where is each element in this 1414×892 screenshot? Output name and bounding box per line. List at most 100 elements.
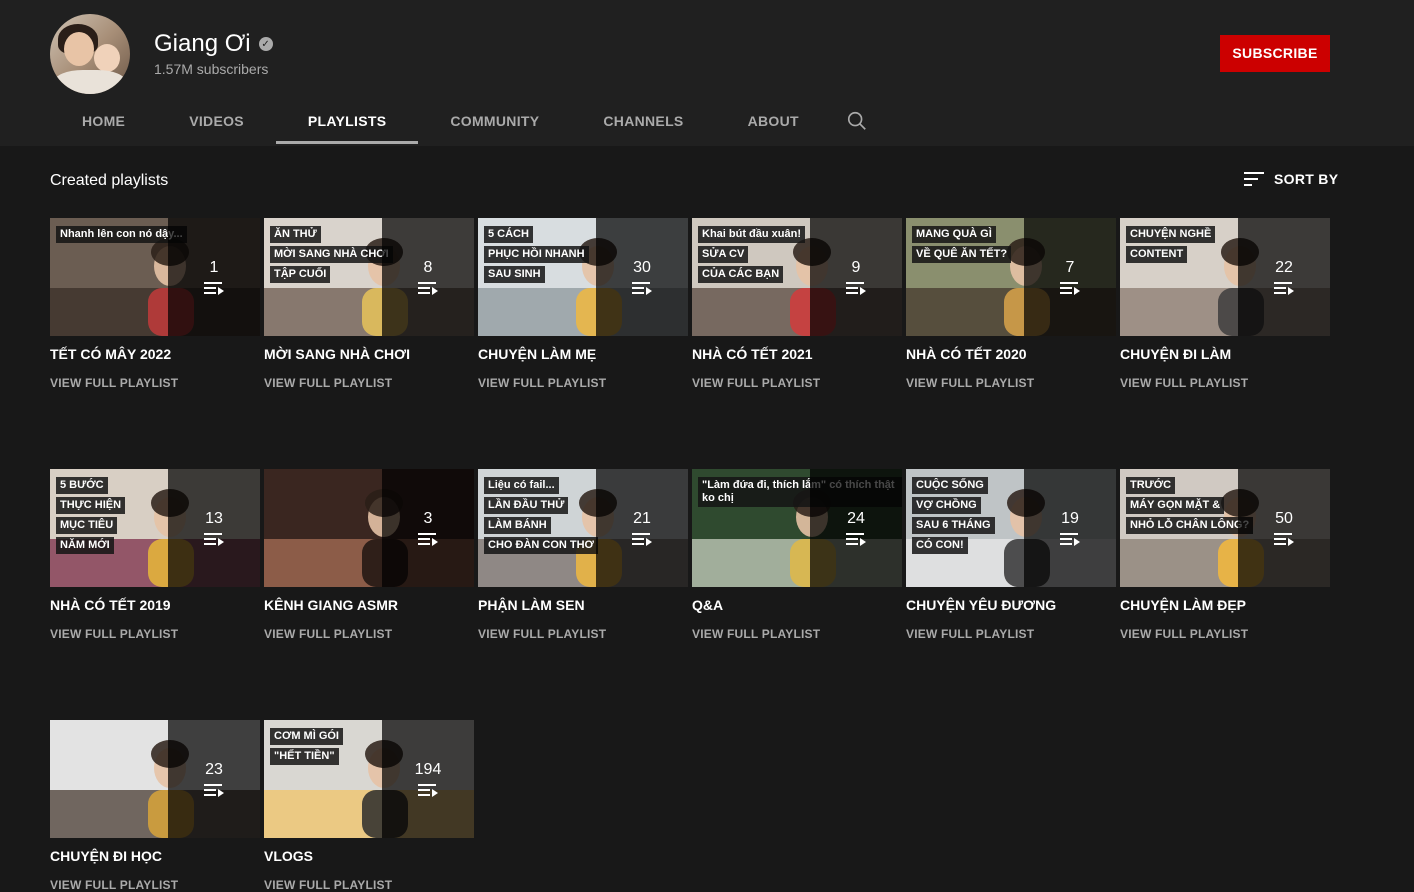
view-full-playlist-link[interactable]: VIEW FULL PLAYLIST: [1120, 376, 1330, 390]
view-full-playlist-link[interactable]: VIEW FULL PLAYLIST: [1120, 627, 1330, 641]
view-full-playlist-link[interactable]: VIEW FULL PLAYLIST: [692, 376, 902, 390]
playlist-card[interactable]: CƠM MÌ GÓI "HẾT TIỀN" 194 VLOGS VIEW FULL PL…: [264, 720, 474, 892]
tab-videos[interactable]: VIDEOS: [157, 98, 276, 144]
tab-community[interactable]: COMMUNITY: [418, 98, 571, 144]
playlist-title[interactable]: CHUYỆN LÀM ĐẸP: [1120, 597, 1330, 617]
thumbnail-caption: VỢ CHỒNG: [912, 497, 981, 514]
view-full-playlist-link[interactable]: VIEW FULL PLAYLIST: [478, 376, 688, 390]
playlist-thumbnail[interactable]: Khai bút đầu xuân! SỬA CV CỦA CÁC BẠN 9: [692, 218, 902, 336]
view-full-playlist-link[interactable]: VIEW FULL PLAYLIST: [906, 627, 1116, 641]
thumbnail-caption: TẬP CUỐI: [270, 266, 331, 283]
playlist-card[interactable]: MANG QUÀ GÌ VỀ QUÊ ĂN TẾT? 7 NHÀ CÓ TẾT 202…: [906, 218, 1116, 390]
playlist-thumbnail[interactable]: "Làm đứa đi, thích lắm" có thích thật ko…: [692, 469, 902, 587]
playlist-thumbnail[interactable]: CHUYỆN NGHỀ CONTENT 22: [1120, 218, 1330, 336]
search-icon[interactable]: [846, 110, 868, 132]
playlist-thumbnail[interactable]: ĂN THỬ MỜI SANG NHÀ CHƠI TẬP CUỐI 8: [264, 218, 474, 336]
view-full-playlist-link[interactable]: VIEW FULL PLAYLIST: [50, 878, 260, 892]
playlist-card[interactable]: 23 CHUYỆN ĐI HỌC VIEW FULL PLAYLIST: [50, 720, 260, 892]
playlist-thumbnail[interactable]: Nhanh lên con nó dậy... 1: [50, 218, 260, 336]
playlist-icon: [846, 532, 866, 546]
video-count-overlay: 7: [1024, 218, 1116, 336]
playlist-card[interactable]: CHUYỆN NGHỀ CONTENT 22 CHUYỆN ĐI LÀM VIEW FU…: [1120, 218, 1330, 390]
playlist-thumbnail[interactable]: Liệu có fail... LẦN ĐẦU THỬ LÀM BÁNH CHO ĐÀ…: [478, 469, 688, 587]
playlist-icon: [846, 281, 866, 295]
view-full-playlist-link[interactable]: VIEW FULL PLAYLIST: [264, 878, 474, 892]
playlist-title[interactable]: NHÀ CÓ TẾT 2019: [50, 597, 260, 617]
video-count: 194: [414, 761, 442, 778]
playlist-title[interactable]: CHUYỆN ĐI HỌC: [50, 848, 260, 868]
sort-icon: [1244, 171, 1264, 187]
thumbnail-caption: CHO ĐÀN CON THƠ: [484, 537, 598, 554]
thumbnail-caption: CUỘC SỐNG: [912, 477, 988, 494]
view-full-playlist-link[interactable]: VIEW FULL PLAYLIST: [692, 627, 902, 641]
playlist-title[interactable]: KÊNH GIANG ASMR: [264, 597, 474, 617]
playlist-card[interactable]: CUỘC SỐNG VỢ CHỒNG SAU 6 THÁNG CÓ CON! 19 CHU…: [906, 469, 1116, 641]
tab-playlists[interactable]: PLAYLISTS: [275, 98, 419, 144]
video-count-overlay: 3: [382, 469, 474, 587]
playlist-thumbnail[interactable]: TRƯỚC MÁY GỌN MẶT & NHỎ LỖ CHÂN LÔNG? 50: [1120, 469, 1330, 587]
tab-channels[interactable]: CHANNELS: [571, 98, 715, 144]
channel-header: Giang Ơi ✓ 1.57M subscribers SUBSCRIBE H…: [0, 0, 1414, 146]
video-count-overlay: 13: [168, 469, 260, 587]
playlist-thumbnail[interactable]: 5 CÁCH PHỤC HỒI NHANH SAU SINH 30: [478, 218, 688, 336]
video-count-overlay: 21: [596, 469, 688, 587]
playlist-thumbnail[interactable]: 3: [264, 469, 474, 587]
view-full-playlist-link[interactable]: VIEW FULL PLAYLIST: [50, 627, 260, 641]
playlist-title[interactable]: VLOGS: [264, 848, 474, 868]
thumbnail-caption: NĂM MỚI: [56, 537, 114, 554]
playlist-thumbnail[interactable]: CUỘC SỐNG VỢ CHỒNG SAU 6 THÁNG CÓ CON! 19: [906, 469, 1116, 587]
video-count: 22: [1275, 259, 1293, 276]
playlist-icon: [632, 532, 652, 546]
sort-by-button[interactable]: SORT BY: [1244, 171, 1338, 187]
playlist-card[interactable]: Nhanh lên con nó dậy... 1 TẾT CÓ MÂY 2022 V…: [50, 218, 260, 390]
playlist-card[interactable]: 3 KÊNH GIANG ASMR VIEW FULL PLAYLIST: [264, 469, 474, 641]
channel-avatar[interactable]: [50, 14, 130, 94]
tab-about[interactable]: ABOUT: [716, 98, 831, 144]
playlist-card[interactable]: TRƯỚC MÁY GỌN MẶT & NHỎ LỖ CHÂN LÔNG? 50 CHU…: [1120, 469, 1330, 641]
playlist-thumbnail[interactable]: 5 BƯỚC THỰC HIỆN MỤC TIÊU NĂM MỚI 13: [50, 469, 260, 587]
playlist-title[interactable]: TẾT CÓ MÂY 2022: [50, 346, 260, 366]
playlist-title[interactable]: NHÀ CÓ TẾT 2021: [692, 346, 902, 366]
thumbnail-caption: 5 BƯỚC: [56, 477, 108, 494]
subscribe-button[interactable]: SUBSCRIBE: [1220, 35, 1330, 72]
playlist-icon: [1060, 281, 1080, 295]
playlist-card[interactable]: 5 BƯỚC THỰC HIỆN MỤC TIÊU NĂM MỚI 13 NHÀ CÓ T…: [50, 469, 260, 641]
channel-name-row: Giang Ơi ✓: [154, 30, 273, 58]
view-full-playlist-link[interactable]: VIEW FULL PLAYLIST: [50, 376, 260, 390]
video-count: 13: [205, 510, 223, 527]
playlist-title[interactable]: NHÀ CÓ TẾT 2020: [906, 346, 1116, 366]
video-count: 23: [205, 761, 223, 778]
playlist-thumbnail[interactable]: MANG QUÀ GÌ VỀ QUÊ ĂN TẾT? 7: [906, 218, 1116, 336]
verified-check-icon: ✓: [258, 37, 273, 51]
view-full-playlist-link[interactable]: VIEW FULL PLAYLIST: [478, 627, 688, 641]
playlist-title[interactable]: CHUYỆN ĐI LÀM: [1120, 346, 1330, 366]
playlist-title[interactable]: PHẬN LÀM SEN: [478, 597, 688, 617]
thumbnail-caption: CỦA CÁC BẠN: [698, 266, 784, 283]
video-count-overlay: 19: [1024, 469, 1116, 587]
playlist-thumbnail[interactable]: 23: [50, 720, 260, 838]
playlist-title[interactable]: CHUYỆN YÊU ĐƯƠNG: [906, 597, 1116, 617]
playlist-card[interactable]: ĂN THỬ MỜI SANG NHÀ CHƠI TẬP CUỐI 8 MỜI SANG…: [264, 218, 474, 390]
playlist-card[interactable]: 5 CÁCH PHỤC HỒI NHANH SAU SINH 30 CHUYỆN LÀM…: [478, 218, 688, 390]
playlist-title[interactable]: MỜI SANG NHÀ CHƠI: [264, 346, 474, 366]
playlist-thumbnail[interactable]: CƠM MÌ GÓI "HẾT TIỀN" 194: [264, 720, 474, 838]
playlist-card[interactable]: Khai bút đầu xuân! SỬA CV CỦA CÁC BẠN 9 NHÀ …: [692, 218, 902, 390]
thumbnail-caption: SAU 6 THÁNG: [912, 517, 995, 534]
playlist-title[interactable]: Q&A: [692, 597, 902, 617]
playlist-icon: [418, 783, 438, 797]
view-full-playlist-link[interactable]: VIEW FULL PLAYLIST: [264, 376, 474, 390]
playlist-icon: [1274, 281, 1294, 295]
video-count-overlay: 194: [382, 720, 474, 838]
playlist-card[interactable]: "Làm đứa đi, thích lắm" có thích thật ko…: [692, 469, 902, 641]
video-count-overlay: 24: [810, 469, 902, 587]
view-full-playlist-link[interactable]: VIEW FULL PLAYLIST: [906, 376, 1116, 390]
thumbnail-caption: VỀ QUÊ ĂN TẾT?: [912, 246, 1012, 263]
playlist-icon: [1060, 532, 1080, 546]
playlist-title[interactable]: CHUYỆN LÀM MẸ: [478, 346, 688, 366]
video-count-overlay: 30: [596, 218, 688, 336]
video-count: 21: [633, 510, 651, 527]
view-full-playlist-link[interactable]: VIEW FULL PLAYLIST: [264, 627, 474, 641]
playlist-card[interactable]: Liệu có fail... LẦN ĐẦU THỬ LÀM BÁNH CHO ĐÀ…: [478, 469, 688, 641]
video-count: 19: [1061, 510, 1079, 527]
tab-home[interactable]: HOME: [50, 98, 157, 144]
